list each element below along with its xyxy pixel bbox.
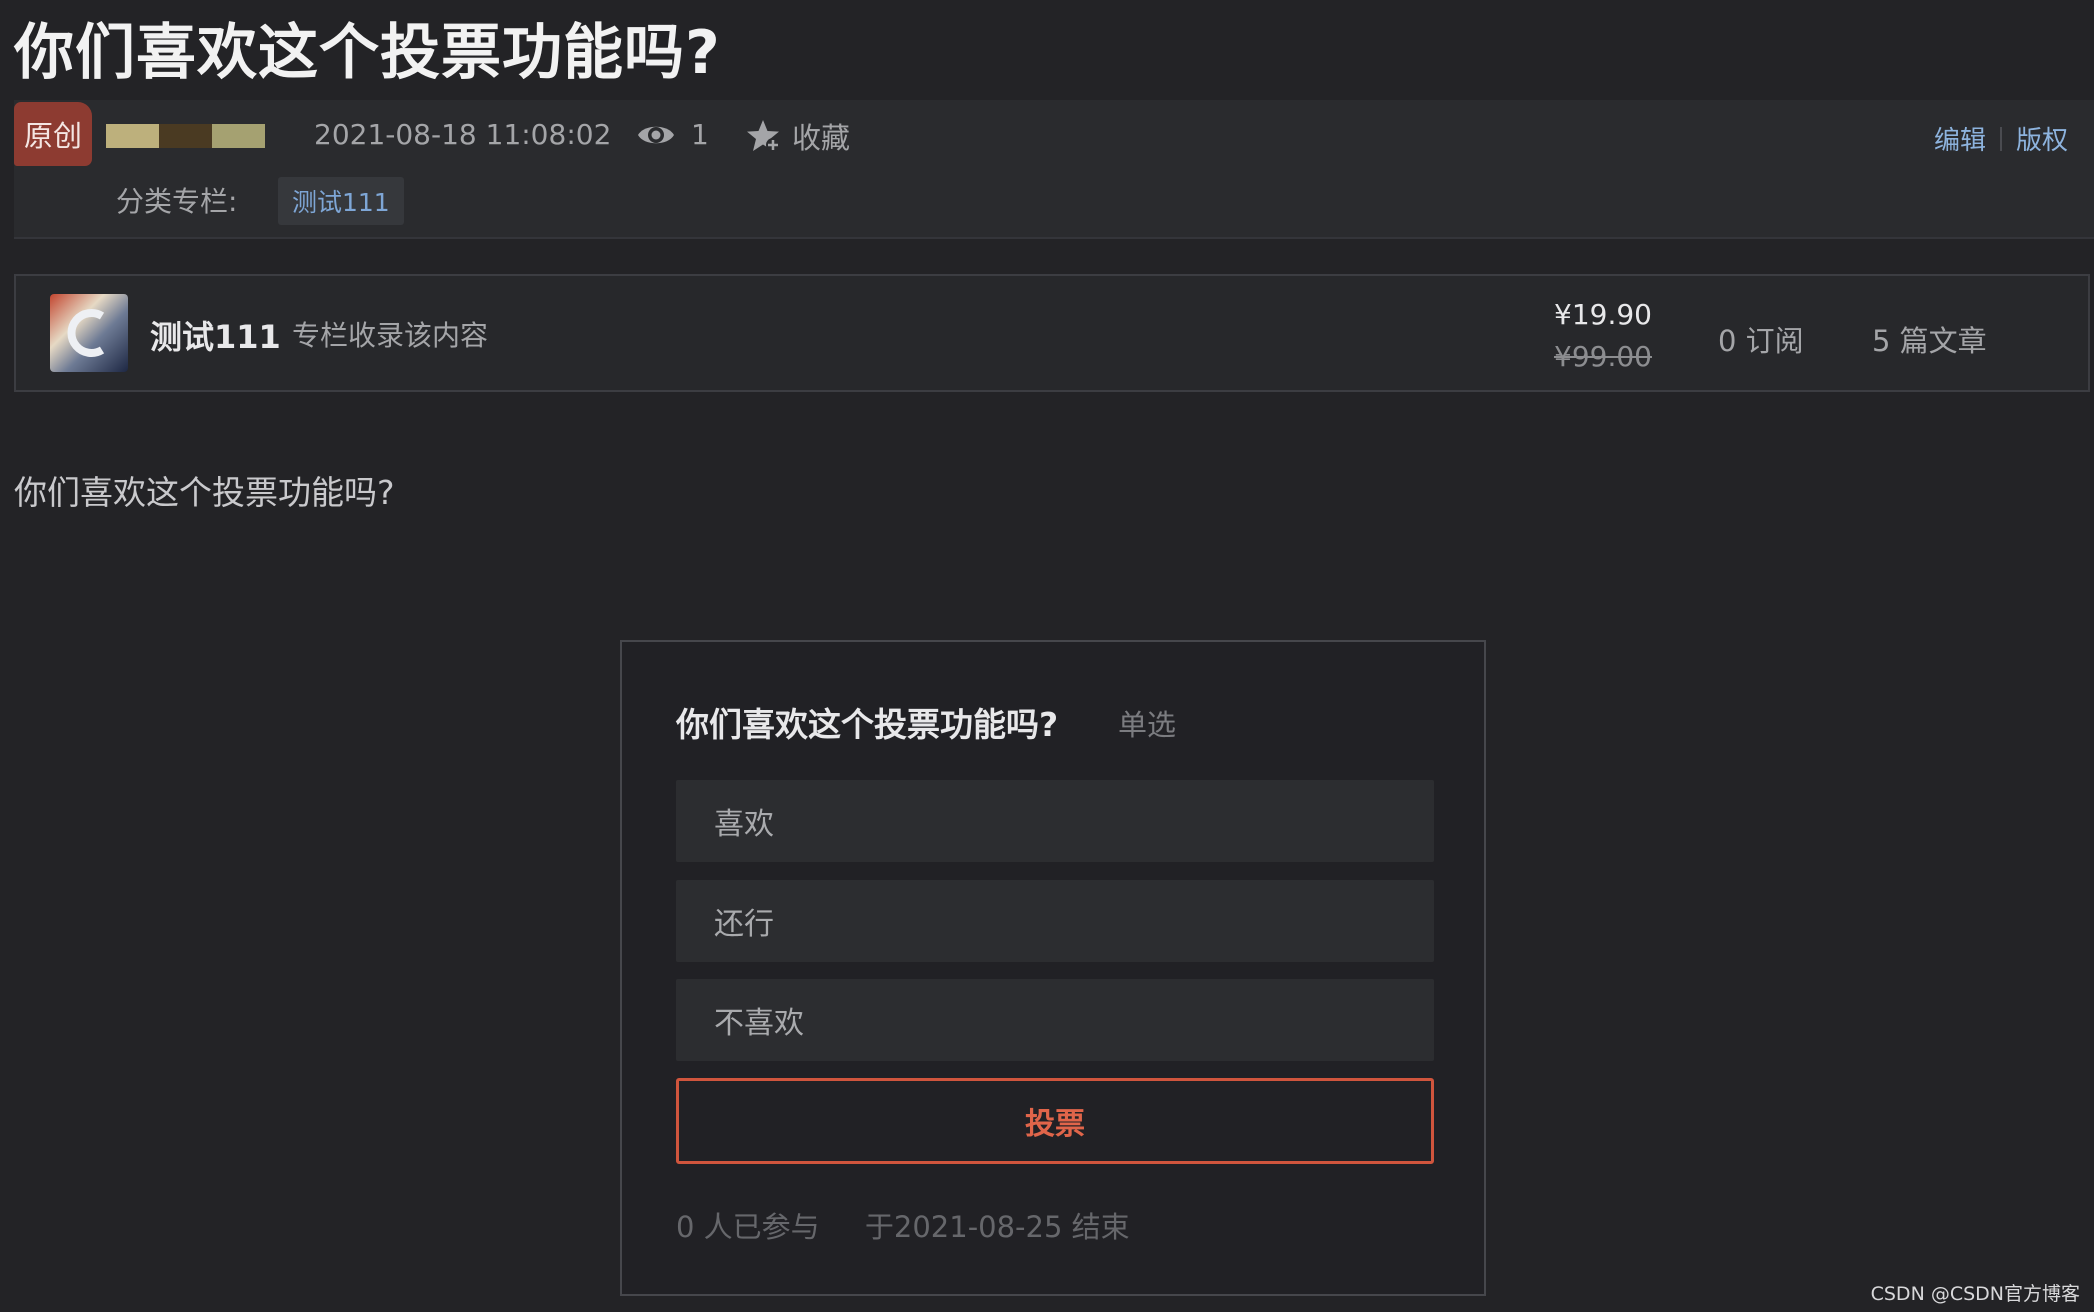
category-tag[interactable]: 测试111: [278, 177, 404, 225]
vote-button[interactable]: 投票: [676, 1078, 1434, 1164]
poll-option[interactable]: 还行: [676, 880, 1434, 962]
author-name-redacted[interactable]: [106, 124, 265, 148]
column-description: 专栏收录该内容: [292, 319, 489, 352]
article-actions: 编辑 版权: [1934, 120, 2068, 157]
edit-link[interactable]: 编辑: [1934, 120, 1986, 157]
poll-participants: 0 人已参与: [676, 1210, 820, 1244]
view-count: 1: [691, 118, 709, 151]
original-badge: 原创: [14, 102, 92, 166]
column-original-price: ¥99.00: [1554, 340, 1652, 373]
column-article-count: 5 篇文章: [1872, 324, 1987, 358]
poll-footer: 0 人已参与 于2021-08-25 结束: [676, 1204, 1130, 1246]
column-card[interactable]: 测试111 专栏收录该内容 ¥19.90 ¥99.00 0 订阅 5 篇文章: [14, 274, 2090, 392]
watermark: CSDN @CSDN官方博客: [1870, 1283, 2080, 1305]
poll-card: 你们喜欢这个投票功能吗? 单选 喜欢 还行 不喜欢 投票 0 人已参与 于202…: [620, 640, 1486, 1296]
publish-date: 2021-08-18 11:08:02: [314, 118, 612, 151]
favorite-button[interactable]: 收藏: [792, 115, 850, 157]
poll-end-date: 于2021-08-25 结束: [864, 1210, 1130, 1244]
article-title: 你们喜欢这个投票功能吗?: [14, 18, 721, 88]
copyright-link[interactable]: 版权: [2016, 120, 2068, 157]
category-label: 分类专栏:: [116, 185, 238, 218]
column-subscriptions: 0 订阅: [1718, 324, 1804, 358]
poll-option[interactable]: 不喜欢: [676, 979, 1434, 1061]
article-meta-bar: 原创 2021-08-18 11:08:02 1 收藏 编辑 版权 分类专栏: …: [14, 100, 2094, 239]
column-price: ¥19.90: [1554, 298, 1652, 331]
article-body-text: 你们喜欢这个投票功能吗?: [14, 473, 395, 512]
column-name[interactable]: 测试111: [150, 312, 281, 358]
poll-option[interactable]: 喜欢: [676, 780, 1434, 862]
column-avatar: [50, 294, 128, 372]
eye-icon: [638, 126, 674, 144]
poll-question: 你们喜欢这个投票功能吗?: [676, 705, 1059, 744]
star-icon[interactable]: [744, 118, 782, 154]
poll-type-label: 单选: [1118, 708, 1177, 742]
divider: [1999, 126, 2002, 151]
